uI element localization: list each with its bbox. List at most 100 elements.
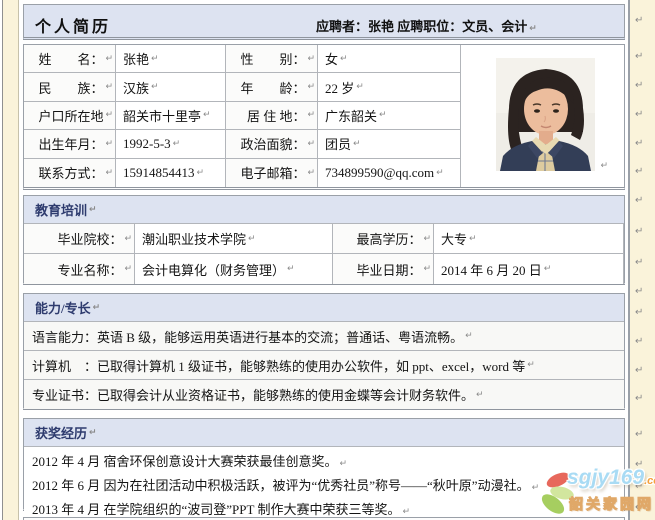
paragraph-mark-icon: ↵ xyxy=(635,337,643,347)
paragraph-mark-icon: ↵ xyxy=(635,308,643,318)
field-value-text: 女 xyxy=(325,49,338,68)
paragraph-mark-icon: ↵ xyxy=(635,394,643,404)
paragraph-mark-icon: ↵ xyxy=(402,507,410,517)
paragraph-mark-icon: ↵ xyxy=(635,139,643,149)
field-value-text: 张艳 xyxy=(123,49,149,68)
cell-mark-icon: ↵ xyxy=(379,110,387,120)
applicant-photo xyxy=(496,58,595,171)
field-value-phone: 15914854413↵ xyxy=(116,159,226,187)
paragraph-mark-icon: ↵ xyxy=(635,430,643,440)
field-value-name: 张艳↵ xyxy=(116,45,226,73)
cell-mark-icon: ↵ xyxy=(307,54,315,64)
watermark-caption: 韶关家园网 xyxy=(569,494,654,514)
field-value-text: 团员 xyxy=(325,134,351,153)
award-line: 2012 年 6 月 因为在社团活动中积极活跃，被评为“优秀社员”称号——“秋叶… xyxy=(32,475,616,499)
skill-text: 专业证书：已取得会计从业资格证书，能够熟练的使用金蝶等会计财务软件。 xyxy=(32,385,474,404)
field-value-school: 潮汕职业技术学院↵ xyxy=(135,224,333,254)
field-label-text: 出生年月： xyxy=(38,134,103,153)
cell-mark-icon: ↵ xyxy=(248,234,256,244)
field-value-text: 15914854413 xyxy=(123,165,195,181)
cell-mark-icon: ↵ xyxy=(423,234,431,244)
awards-section-header: 获奖经历↵ xyxy=(24,419,624,447)
cell-mark-icon: ↵ xyxy=(105,82,113,92)
cell-mark-icon: ↵ xyxy=(307,82,315,92)
education-section-header: 教育培训↵ xyxy=(24,196,624,224)
skills-section: 能力/专长 ↵ 语言能力：英语 B 级，能够运用英语进行基本的交流；普通话、粤语流… xyxy=(23,293,625,410)
field-label-text: 民 族： xyxy=(38,78,103,97)
field-label-gender: 性 别：↵ xyxy=(226,45,318,73)
cell-mark-icon: ↵ xyxy=(356,82,364,92)
cell-mark-icon: ↵ xyxy=(307,139,315,149)
field-label-text: 姓 名： xyxy=(38,49,103,68)
field-value-registered-residence: 韶关市十里亭↵ xyxy=(116,102,226,130)
paragraph-mark-icon: ↵ xyxy=(89,428,97,438)
left-page-margin xyxy=(2,0,19,520)
paragraph-mark-icon: ↵ xyxy=(529,24,537,34)
field-value-text: 大专 xyxy=(441,229,467,248)
section-title: 能力/专长 xyxy=(35,298,91,317)
field-label-birthdate: 出生年月：↵ xyxy=(24,130,116,158)
watermark-tld: .com xyxy=(644,475,655,487)
cell-mark-icon: ↵ xyxy=(436,168,444,178)
paragraph-mark-icon: ↵ xyxy=(635,167,643,177)
paragraph-mark-icon: ↵ xyxy=(635,227,643,237)
field-value-text: 韶关市十里亭 xyxy=(123,106,201,125)
field-value-residence: 广东韶关↵ xyxy=(318,102,461,130)
field-label-degree: 最高学历：↵ xyxy=(333,224,434,254)
field-value-graduation-date: 2014 年 6 月 20 日↵ xyxy=(434,254,624,284)
cell-mark-icon: ↵ xyxy=(287,264,295,274)
field-value-text: 2014 年 6 月 20 日 xyxy=(441,260,542,279)
paragraph-mark-icon: ↵ xyxy=(527,360,535,370)
watermark-site-text: sgjy169.com xyxy=(567,466,655,493)
cell-mark-icon: ↵ xyxy=(307,168,315,178)
field-value-text: 潮汕职业技术学院 xyxy=(142,229,246,248)
skill-text: 语言能力：英语 B 级，能够运用英语进行基本的交流；普通话、粤语流畅。 xyxy=(32,327,463,346)
award-text: 2013 年 4 月 在学院组织的“波司登”PPT 制作大赛中荣获三等奖。 xyxy=(32,502,400,517)
cell-mark-icon: ↵ xyxy=(469,234,477,244)
field-label-residence: 居 住 地：↵ xyxy=(226,102,318,130)
cell-mark-icon: ↵ xyxy=(353,139,361,149)
field-label-political-status: 政治面貌：↵ xyxy=(226,130,318,158)
education-table: 毕业院校：↵ 潮汕职业技术学院↵ 最高学历：↵ 大专↵ 专业名称：↵ 会计电算化… xyxy=(24,224,624,284)
skill-row-language: 语言能力：英语 B 级，能够运用英语进行基本的交流；普通话、粤语流畅。↵ xyxy=(24,322,624,351)
paragraph-mark-icon: ↵ xyxy=(532,483,540,493)
resume-header-bar: 个人简历 应聘者：张艳 应聘职位：文员、会计↵ xyxy=(23,4,625,40)
cell-mark-icon: ↵ xyxy=(105,139,113,149)
paragraph-mark-icon: ↵ xyxy=(635,110,643,120)
cell-mark-icon: ↵ xyxy=(173,139,181,149)
field-label-text: 联系方式： xyxy=(38,163,103,182)
skill-row-certificate: 专业证书：已取得会计从业资格证书，能够熟练的使用金蝶等会计财务软件。↵ xyxy=(24,380,624,409)
field-label-text: 电子邮箱： xyxy=(240,163,305,182)
field-value-text: 734899590@qq.com xyxy=(325,165,434,181)
field-label-text: 政治面貌： xyxy=(240,134,305,153)
page-title: 个人简历 xyxy=(35,13,111,37)
cell-mark-icon: ↵ xyxy=(197,168,205,178)
field-label-phone: 联系方式：↵ xyxy=(24,159,116,187)
cell-mark-icon: ↵ xyxy=(423,264,431,274)
paragraph-mark-icon: ↵ xyxy=(89,205,97,215)
awards-section: 获奖经历↵ 2012 年 4 月 宿舍环保创意设计大赛荣获最佳创意奖。↵ 201… xyxy=(23,418,625,511)
resume-page: ↵ ↵ ↵ ↵ ↵ ↵ ↵ ↵ ↵ ↵ ↵ ↵ ↵ ↵ ↵ ↵ ↵ ↵ 个人简历 应聘者：张艳 应聘职位：文员、会… xyxy=(0,0,655,520)
paragraph-mark-icon: ↵ xyxy=(600,161,608,171)
field-label-email: 电子邮箱：↵ xyxy=(226,159,318,187)
paragraph-mark-icon: ↵ xyxy=(635,287,643,297)
paragraph-mark-icon: ↵ xyxy=(465,331,473,341)
cell-mark-icon: ↵ xyxy=(124,234,132,244)
field-value-birthdate: 1992-5-3↵ xyxy=(116,130,226,158)
field-value-degree: 大专↵ xyxy=(434,224,624,254)
applicant-info: 应聘者：张艳 应聘职位：文员、会计↵ xyxy=(316,16,537,35)
field-label-text: 最高学历： xyxy=(356,229,421,248)
field-value-gender: 女↵ xyxy=(318,45,461,73)
awards-list: 2012 年 4 月 宿舍环保创意设计大赛荣获最佳创意奖。↵ 2012 年 6 … xyxy=(24,447,624,520)
field-label-registered-residence: 户口所在地↵ xyxy=(24,102,116,130)
cell-mark-icon: ↵ xyxy=(105,168,113,178)
paragraph-mark-icon: ↵ xyxy=(476,390,484,400)
paragraph-mark-icon: ↵ xyxy=(635,366,643,376)
field-value-email: 734899590@qq.com↵ xyxy=(318,159,461,187)
cell-mark-icon: ↵ xyxy=(340,54,348,64)
cell-mark-icon: ↵ xyxy=(544,264,552,274)
field-label-text: 居 住 地： xyxy=(247,106,306,125)
cell-mark-icon: ↵ xyxy=(124,264,132,274)
photo-cell: ↵ xyxy=(461,45,624,187)
cell-mark-icon: ↵ xyxy=(307,110,315,120)
